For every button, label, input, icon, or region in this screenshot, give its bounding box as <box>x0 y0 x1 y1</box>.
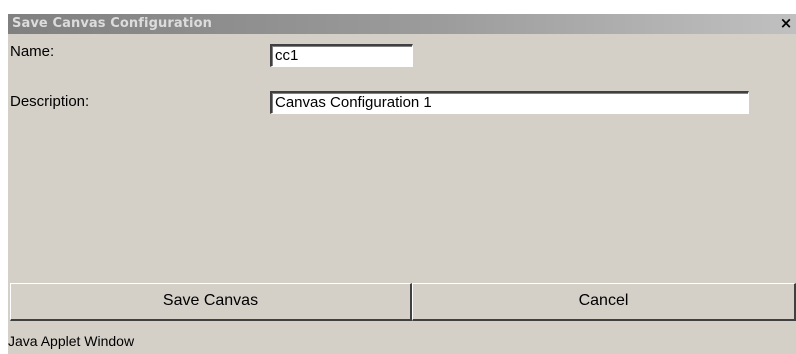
name-label: Name: <box>10 43 55 60</box>
dialog-title: Save Canvas Configuration <box>12 16 212 31</box>
save-canvas-button[interactable]: Save Canvas <box>10 283 412 321</box>
name-field[interactable]: cc1 <box>270 44 413 67</box>
save-canvas-dialog: Save Canvas Configuration × Name: cc1 De… <box>8 14 796 354</box>
cancel-button[interactable]: Cancel <box>412 283 796 321</box>
title-bar[interactable]: Save Canvas Configuration × <box>8 14 796 34</box>
description-field[interactable]: Canvas Configuration 1 <box>270 91 749 114</box>
applet-status-text: Java Applet Window <box>8 333 135 349</box>
description-label: Description: <box>10 93 90 110</box>
close-icon[interactable]: × <box>778 15 794 31</box>
